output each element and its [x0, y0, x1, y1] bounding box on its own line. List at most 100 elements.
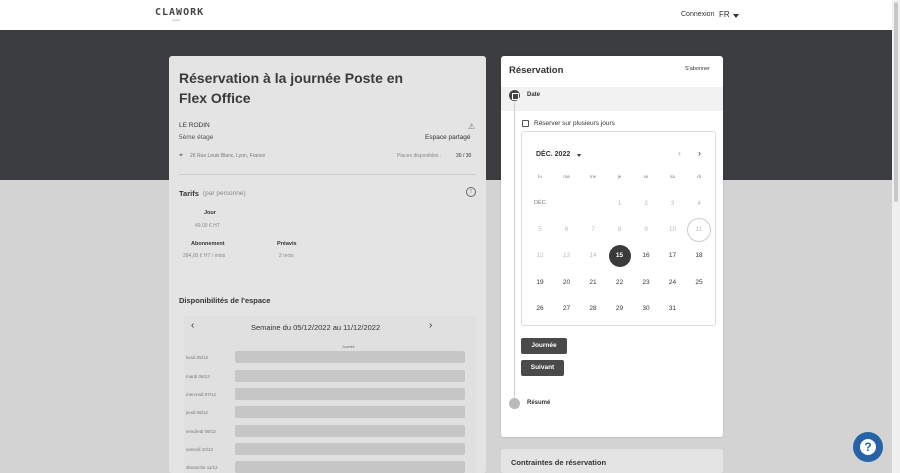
availability-day: dimanche 11/12 [186, 465, 218, 470]
availability-row: vendredi 09/12 [186, 425, 466, 437]
availability-row: lundi 05/12 [186, 351, 466, 363]
calendar-day[interactable]: 29 [610, 299, 630, 319]
calendar-day: 10 [668, 226, 677, 233]
calendar-day[interactable]: 20 [557, 273, 577, 293]
calendar-day: 12 [536, 252, 544, 259]
multi-days-label[interactable]: Réserver sur plusieurs jours [534, 120, 615, 127]
chevron-down-icon[interactable] [577, 154, 581, 157]
day-price-value: 49,00 € HT [195, 223, 220, 229]
calendar-day[interactable]: 28 [583, 299, 603, 319]
warning-icon: ⚠ [468, 122, 476, 131]
calendar-day: 1 [617, 200, 622, 207]
location-pin-icon: ⌖ [179, 152, 183, 159]
calendar-weekday: lu [538, 174, 542, 179]
reservation-title: Réservation [509, 65, 564, 76]
availability-day: lundi 05/12 [186, 355, 209, 360]
availability-bar[interactable] [235, 351, 465, 363]
day-price-label: Jour [204, 210, 216, 216]
availability-title: Disponibilités de l'espace [179, 296, 271, 305]
notice-label: Préavis [277, 241, 297, 247]
availability-bar[interactable] [235, 443, 465, 455]
calendar-day: 11 [687, 218, 711, 242]
availability-day: mardi 06/12 [186, 374, 210, 379]
stepper-line [514, 102, 515, 400]
availability-bar[interactable] [235, 461, 465, 473]
next-week-icon[interactable]: › [429, 320, 432, 331]
language-selector[interactable]: FR [719, 10, 730, 19]
constraints-title: Contraintes de réservation [511, 458, 607, 467]
calendar-day: 5 [538, 226, 542, 233]
calendar-day: 2 [644, 200, 648, 207]
calendar-day[interactable]: 24 [663, 273, 683, 293]
calendar-weekday: di [697, 174, 701, 179]
space-name: LE RODIN [179, 122, 210, 129]
calendar-day: 6 [564, 226, 569, 233]
calendar-month-selector[interactable]: DÉC. 2022 [536, 151, 570, 158]
calendar-day[interactable]: 30 [636, 299, 656, 319]
calendar-day[interactable]: 21 [583, 273, 603, 293]
calendar-day: 7 [591, 226, 595, 233]
availability-row: samedi 10/12 [186, 443, 466, 455]
question-icon: ? [860, 439, 876, 455]
availability-day: jeudi 08/12 [186, 410, 209, 415]
scrollbar-thumb[interactable] [894, 2, 898, 202]
calendar-day[interactable]: 23 [636, 273, 656, 293]
calendar-day: 3 [670, 200, 675, 207]
space-address: 26 Rue Louis Blanc, Lyon, France [190, 153, 266, 159]
availability-row: jeudi 08/12 [186, 406, 466, 418]
availability-bar[interactable] [235, 388, 465, 400]
space-type: Espace partagé [425, 134, 471, 141]
journee-button[interactable]: Journée [521, 338, 567, 354]
chevron-down-icon[interactable] [733, 14, 739, 18]
page-title: Réservation à la journée Poste en Flex O… [179, 70, 404, 106]
places-value: 30 / 30 [456, 153, 472, 159]
calendar-day: 14 [589, 252, 597, 259]
places-label: Places disponibles : [397, 153, 442, 159]
calendar-day: 13 [562, 252, 571, 259]
divider [179, 174, 476, 175]
availability-bar[interactable] [235, 425, 465, 437]
calendar-weekday: ma [563, 174, 570, 179]
date-step-header[interactable] [501, 87, 723, 111]
login-link[interactable]: Connexion [681, 11, 714, 18]
brand-logo-sub: space [172, 18, 181, 22]
calendar-day[interactable]: 31 [663, 299, 683, 319]
calendar-day[interactable]: 27 [557, 299, 577, 319]
multi-days-checkbox[interactable] [522, 120, 529, 127]
availability-row: mardi 06/12 [186, 370, 466, 382]
top-navbar: CLAWORK space Connexion FR [0, 0, 892, 30]
calendar-day[interactable]: 26 [530, 299, 550, 319]
next-month-icon[interactable]: › [698, 148, 701, 158]
calendar-day[interactable]: 16 [636, 246, 656, 266]
calendar-day[interactable]: 19 [530, 273, 550, 293]
calendar-weekday: sa [670, 174, 675, 179]
calendar-day[interactable]: 25 [689, 273, 709, 293]
calendar-weekday: me [589, 174, 597, 179]
calendar-day-selected[interactable]: 15 [608, 245, 631, 267]
constraints-card: Contraintes de réservation [501, 449, 723, 473]
help-button[interactable]: ? [853, 432, 883, 462]
availability-bar[interactable] [235, 370, 465, 382]
calendar-day[interactable]: 22 [610, 273, 630, 293]
previous-month-icon[interactable]: ‹ [678, 148, 681, 158]
reservation-panel: Réservation S'abonner Date Réserver sur … [501, 56, 723, 437]
collapse-up-icon[interactable]: ↑ [466, 187, 476, 197]
availability-row: dimanche 11/12 [186, 461, 466, 473]
brand-logo[interactable]: CLAWORK [155, 7, 204, 18]
next-button[interactable]: Suivant [521, 360, 564, 376]
availability-column-header: Journée [342, 345, 355, 349]
availability-day: samedi 10/12 [186, 447, 214, 452]
calendar-day[interactable]: 18 [689, 246, 709, 266]
availability-day: vendredi 09/12 [186, 429, 216, 434]
calendar-day: 4 [697, 200, 701, 207]
subscribe-link[interactable]: S'abonner [685, 66, 710, 72]
space-floor: 5ème étage [179, 134, 214, 141]
previous-week-icon[interactable]: ‹ [191, 320, 194, 331]
date-picker-calendar: DÉC. 2022 ‹ › lu ma me je ve sa di DÉC. 1 2 3 4 5 6 7 8… [521, 131, 716, 326]
availability-bar[interactable] [235, 406, 465, 418]
space-details-card: Réservation à la journée Poste en Flex O… [169, 56, 486, 473]
calendar-day[interactable]: 17 [663, 246, 683, 266]
availability-row: mercredi 07/12 [186, 388, 466, 400]
calendar-day: 8 [617, 226, 622, 233]
calendar-icon [509, 90, 520, 101]
